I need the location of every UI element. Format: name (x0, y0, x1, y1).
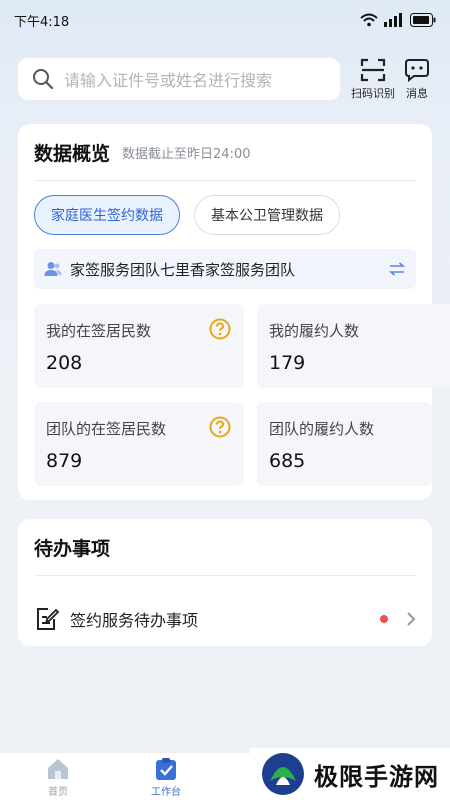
stat-team-performed[interactable]: 团队的履约人数 685 (257, 402, 432, 486)
tab-workbench[interactable]: 工作台 (136, 757, 196, 800)
team-icon (44, 262, 62, 276)
todo-item[interactable]: 签约服务待办事项 (34, 595, 416, 643)
home-icon (48, 759, 68, 779)
stat-value: 685 (269, 450, 306, 472)
unread-dot (380, 615, 388, 623)
tab-family-doctor[interactable]: 家庭医生签约数据 (34, 195, 180, 235)
stat-value: 208 (46, 352, 83, 374)
team-name: 家签服务团队七里香家签服务团队 (70, 260, 296, 279)
watermark-logo (262, 753, 304, 795)
message-button[interactable]: 消息 (392, 58, 442, 106)
search-placeholder: 请输入证件号或姓名进行搜索 (64, 71, 273, 90)
stat-label: 我的履约人数 (269, 322, 360, 340)
stat-team-signed[interactable]: 团队的在签居民数 879 (34, 402, 244, 486)
todo-header: 待办事项 (34, 519, 416, 576)
signal-icon (384, 13, 402, 27)
status-time: 下午4:18 (14, 14, 70, 30)
tab-home-label: 首页 (48, 787, 68, 798)
scan-label: 扫码识别 (351, 87, 395, 100)
tab-workbench-label: 工作台 (151, 787, 181, 798)
todo-item-label: 签约服务待办事项 (70, 611, 199, 630)
search-icon (33, 69, 54, 90)
overview-title: 数据概览 (34, 142, 111, 165)
search-input[interactable]: 请输入证件号或姓名进行搜索 (18, 58, 340, 100)
scan-button[interactable]: 扫码识别 (348, 58, 398, 106)
message-icon (405, 59, 429, 82)
message-label: 消息 (406, 87, 428, 100)
stat-label: 团队的履约人数 (269, 420, 375, 438)
stat-value: 179 (269, 352, 306, 374)
todo-title: 待办事项 (34, 537, 111, 560)
help-icon[interactable] (209, 318, 231, 340)
overview-header: 数据概览 数据截止至昨日24:00 (34, 124, 416, 181)
wifi-icon (360, 13, 378, 27)
stat-label: 团队的在签居民数 (46, 420, 167, 438)
overview-subtitle: 数据截止至昨日24:00 (122, 146, 251, 162)
edit-document-icon (37, 608, 60, 630)
help-icon[interactable] (209, 416, 231, 438)
status-bar: 下午4:18 (0, 0, 450, 40)
watermark: 极限手游网 (250, 748, 450, 800)
watermark-text: 极限手游网 (314, 762, 439, 791)
tab-home[interactable]: 首页 (28, 757, 88, 800)
stat-my-performed[interactable]: 我的履约人数 179 (257, 304, 450, 388)
chevron-right-icon (407, 612, 416, 626)
clipboard-check-icon (156, 758, 176, 780)
scan-icon (360, 58, 386, 82)
stat-value: 879 (46, 450, 83, 472)
tab-public-health[interactable]: 基本公卫管理数据 (194, 195, 340, 235)
switch-icon[interactable] (388, 262, 406, 276)
todo-card: 待办事项 签约服务待办事项 (18, 519, 432, 646)
overview-card: 数据概览 数据截止至昨日24:00 家庭医生签约数据 基本公卫管理数据 家签服务… (18, 124, 450, 500)
status-icons (360, 13, 436, 27)
battery-icon (410, 13, 436, 27)
team-selector[interactable]: 家签服务团队七里香家签服务团队 (34, 249, 416, 289)
stat-label: 我的在签居民数 (46, 322, 152, 340)
stat-my-signed[interactable]: 我的在签居民数 208 (34, 304, 244, 388)
